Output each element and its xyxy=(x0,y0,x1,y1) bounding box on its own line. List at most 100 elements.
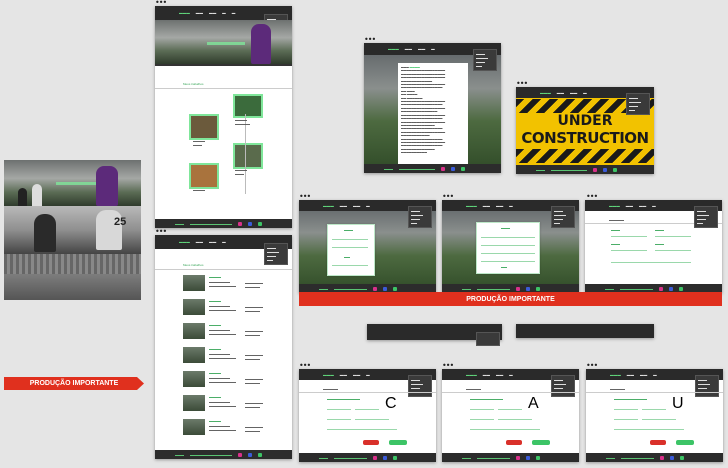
register-email-input[interactable] xyxy=(481,243,535,246)
brand-logo[interactable]: ▬▬▬ xyxy=(466,373,477,377)
nav-dropdown-menu[interactable]: ▬▬▬▬▬▬▬▬▬▬▬▬ xyxy=(408,206,432,228)
form-input[interactable] xyxy=(470,427,540,430)
whatsapp-icon[interactable] xyxy=(536,286,540,291)
form-input[interactable] xyxy=(614,427,684,430)
brand-logo[interactable]: ▬▬▬ xyxy=(179,240,190,244)
login-password-input[interactable] xyxy=(332,245,368,248)
whatsapp-icon[interactable] xyxy=(393,455,397,460)
form-cancel-button[interactable] xyxy=(363,440,379,445)
facebook-icon[interactable] xyxy=(526,455,530,460)
facebook-icon[interactable] xyxy=(526,286,530,291)
brand-logo[interactable]: ▬▬▬ xyxy=(323,204,334,208)
facebook-icon[interactable] xyxy=(669,286,673,291)
list-item[interactable]: ▬▬▬▬ ▬▬▬▬▬▬▬ ▬▬▬▬▬▬▬▬▬ ▬▬▬▬▬▬ ▬▬▬▬▬ xyxy=(183,273,283,293)
brand-logo[interactable]: ▬▬▬ xyxy=(388,47,399,51)
form-input[interactable] xyxy=(327,417,351,420)
form-input[interactable] xyxy=(327,427,397,430)
facebook-icon[interactable] xyxy=(248,452,252,457)
form-input[interactable] xyxy=(642,407,666,410)
list-item[interactable]: ▬▬▬▬ ▬▬▬▬▬▬▬ ▬▬▬▬▬▬▬▬▬ ▬▬▬▬▬▬ ▬▬▬▬▬ xyxy=(183,369,283,389)
nav-link[interactable]: ▬ xyxy=(222,240,226,244)
profile-input[interactable] xyxy=(611,260,691,263)
facebook-icon[interactable] xyxy=(670,455,674,460)
nav-link[interactable]: ▬▬ xyxy=(196,11,203,15)
register-name-input[interactable] xyxy=(481,235,535,238)
facebook-icon[interactable] xyxy=(451,166,455,171)
whatsapp-icon[interactable] xyxy=(536,455,540,460)
profile-input[interactable] xyxy=(611,248,647,251)
nav-dropdown-menu[interactable]: ▬▬▬▬▬▬▬▬▬▬▬▬ xyxy=(264,243,288,265)
nav-link[interactable]: ▬▬ xyxy=(209,11,216,15)
profile-input[interactable] xyxy=(655,248,691,251)
nav-link[interactable]: ▬▬ xyxy=(209,240,216,244)
brand-logo[interactable]: ▬▬▬ xyxy=(466,204,477,208)
instagram-icon[interactable] xyxy=(238,452,242,457)
form-input[interactable] xyxy=(498,417,532,420)
instagram-icon[interactable] xyxy=(516,286,520,291)
instagram-icon[interactable] xyxy=(516,455,520,460)
instagram-icon[interactable] xyxy=(238,221,242,226)
form-input[interactable] xyxy=(327,407,351,410)
instagram-icon[interactable] xyxy=(659,286,663,291)
list-item[interactable]: ▬▬▬▬ ▬▬▬▬▬▬▬ ▬▬▬▬▬▬▬▬▬ ▬▬▬▬▬▬ ▬▬▬▬▬ xyxy=(183,393,283,413)
nav-dropdown-menu[interactable]: ▬▬▬▬▬▬▬▬▬▬▬▬ xyxy=(626,93,650,115)
form-submit-button[interactable] xyxy=(676,440,694,445)
nav-dropdown-menu[interactable]: ▬▬▬▬▬▬▬▬▬▬▬▬ xyxy=(551,375,575,397)
form-input[interactable] xyxy=(355,417,389,420)
nav-dropdown-menu[interactable]: ▬▬▬▬▬▬▬▬▬▬▬▬ xyxy=(695,375,719,397)
whatsapp-icon[interactable] xyxy=(680,455,684,460)
home-thumb-3[interactable] xyxy=(233,143,263,169)
login-signup-input[interactable] xyxy=(332,263,368,266)
form-cancel-button[interactable] xyxy=(650,440,666,445)
form-input[interactable] xyxy=(355,407,379,410)
login-email-input[interactable] xyxy=(332,237,368,240)
profile-input[interactable] xyxy=(611,234,647,237)
facebook-icon[interactable] xyxy=(603,167,607,172)
form-input[interactable] xyxy=(470,407,494,410)
register-confirm-input[interactable] xyxy=(481,259,535,262)
nav-link[interactable]: ▬ xyxy=(222,11,226,15)
instagram-icon[interactable] xyxy=(373,286,377,291)
brand-logo[interactable]: ▬▬▬ xyxy=(540,91,551,95)
form-submit-button[interactable] xyxy=(532,440,550,445)
instagram-icon[interactable] xyxy=(593,167,597,172)
nav-dropdown-menu[interactable]: ▬▬▬▬▬▬▬▬▬▬▬▬ xyxy=(694,206,718,228)
nav-dropdown-menu[interactable]: ▬▬▬▬▬▬▬▬▬▬▬▬ xyxy=(408,375,432,397)
list-item[interactable]: ▬▬▬▬ ▬▬▬▬▬▬▬ ▬▬▬▬▬▬▬▬▬ ▬▬▬▬▬▬ ▬▬▬▬▬ xyxy=(183,345,283,365)
form-input[interactable] xyxy=(470,417,494,420)
whatsapp-icon[interactable] xyxy=(393,286,397,291)
home-thumb-1[interactable] xyxy=(233,94,263,118)
brand-logo[interactable]: ▬▬▬ xyxy=(179,11,190,15)
form-input[interactable] xyxy=(614,417,638,420)
form-input[interactable] xyxy=(642,417,676,420)
whatsapp-icon[interactable] xyxy=(679,286,683,291)
brand-logo[interactable]: ▬▬▬ xyxy=(609,204,620,208)
nav-dropdown-menu[interactable]: ▬▬▬▬▬▬▬▬▬▬▬▬ xyxy=(473,49,497,71)
form-submit-button[interactable] xyxy=(389,440,407,445)
list-item[interactable]: ▬▬▬▬ ▬▬▬▬▬▬▬ ▬▬▬▬▬▬▬▬▬ ▬▬▬▬▬▬ ▬▬▬▬▬ xyxy=(183,417,283,437)
form-input[interactable] xyxy=(498,407,522,410)
brand-logo[interactable]: ▬▬▬ xyxy=(323,373,334,377)
facebook-icon[interactable] xyxy=(383,286,387,291)
list-item[interactable]: ▬▬▬▬ ▬▬▬▬▬▬▬ ▬▬▬▬▬▬▬▬▬ ▬▬▬▬▬▬ ▬▬▬▬▬ xyxy=(183,297,283,317)
form-cancel-button[interactable] xyxy=(506,440,522,445)
instagram-icon[interactable] xyxy=(660,455,664,460)
nav-dropdown-menu[interactable]: ▬▬▬▬▬▬▬▬▬▬▬▬ xyxy=(551,206,575,228)
whatsapp-icon[interactable] xyxy=(258,221,262,226)
profile-input[interactable] xyxy=(655,234,691,237)
brand-logo[interactable]: ▬▬▬ xyxy=(610,373,621,377)
nav-link[interactable]: ▬ xyxy=(232,11,236,15)
nav-link[interactable]: ▬▬ xyxy=(196,240,203,244)
home-thumb-4[interactable] xyxy=(189,163,219,189)
whatsapp-icon[interactable] xyxy=(613,167,617,172)
home-thumb-2[interactable] xyxy=(189,114,219,140)
form-input[interactable] xyxy=(614,407,638,410)
facebook-icon[interactable] xyxy=(248,221,252,226)
register-password-input[interactable] xyxy=(481,251,535,254)
facebook-icon[interactable] xyxy=(383,455,387,460)
register-link[interactable]: ▬▬ xyxy=(501,265,507,269)
instagram-icon[interactable] xyxy=(441,166,445,171)
instagram-icon[interactable] xyxy=(373,455,377,460)
whatsapp-icon[interactable] xyxy=(461,166,465,171)
whatsapp-icon[interactable] xyxy=(258,452,262,457)
